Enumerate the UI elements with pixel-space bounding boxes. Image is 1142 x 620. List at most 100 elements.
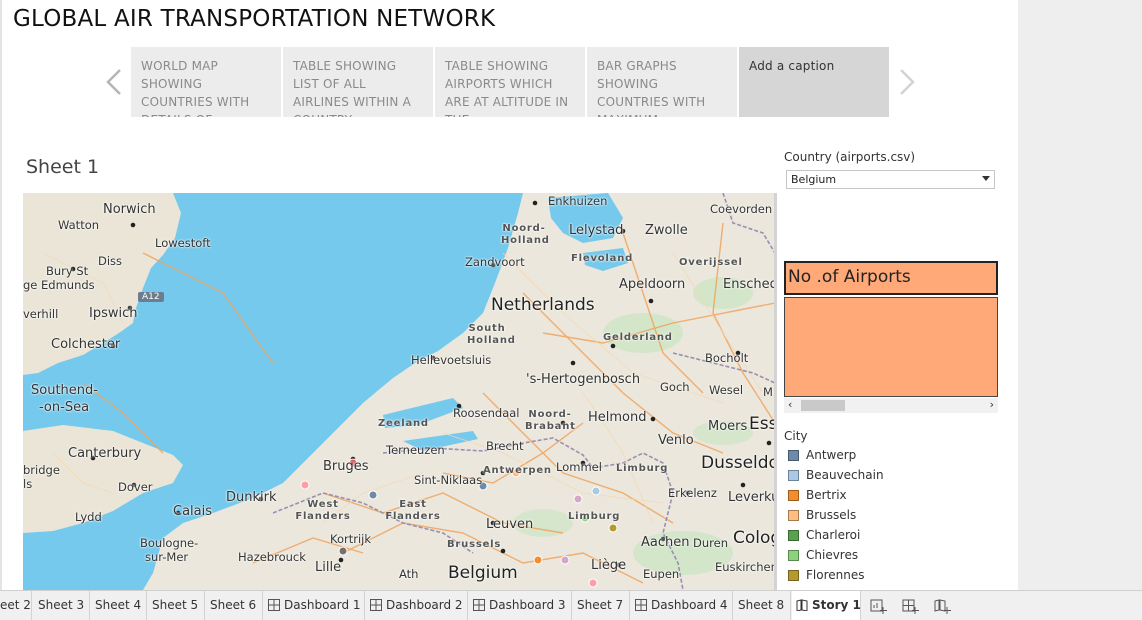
map-label-west-flanders: West Flanders bbox=[295, 499, 351, 522]
map-label-south-holland: South Holland bbox=[467, 323, 516, 346]
legend-label: Brussels bbox=[806, 508, 857, 522]
tab-sheet-8[interactable]: Sheet 8 bbox=[734, 591, 791, 620]
map-label-lydd: Lydd bbox=[75, 510, 102, 524]
story-point-caption-4[interactable]: BAR GRAPHS SHOWING COUNTRIES WITH MAXIMU… bbox=[587, 47, 737, 117]
map-label-kortrijk: Kortrijk bbox=[330, 532, 372, 546]
left-edge bbox=[0, 0, 2, 590]
map-label-moers: Moers bbox=[708, 419, 748, 434]
map-label-venlo: Venlo bbox=[658, 433, 694, 448]
legend-label: Antwerp bbox=[806, 448, 857, 462]
map-label-dunkirk: Dunkirk bbox=[226, 490, 277, 505]
map-label-lelystad: Lelystad bbox=[569, 223, 624, 238]
map-label-colchester: Colchester bbox=[51, 337, 121, 352]
dropdown-arrow-icon bbox=[982, 176, 990, 181]
legend-swatch bbox=[788, 450, 799, 461]
map-scrollbar[interactable] bbox=[774, 193, 777, 590]
tab-sheet-3[interactable]: Sheet 3 bbox=[34, 591, 90, 620]
city-legend-title: City bbox=[784, 429, 808, 443]
tab-label: Story 1 bbox=[812, 598, 861, 612]
story-point-caption-3[interactable]: TABLE SHOWING AIRPORTS WHICH ARE AT ALTI… bbox=[435, 47, 585, 117]
tab-sheet-6[interactable]: Sheet 6 bbox=[206, 591, 263, 620]
map-label-aachen: Aachen bbox=[641, 535, 690, 550]
sheet-title: Sheet 1 bbox=[26, 156, 100, 178]
tab-story-1[interactable]: Story 1 bbox=[792, 591, 861, 620]
legend-swatch bbox=[788, 550, 799, 561]
map-label-brussels: Brussels bbox=[447, 539, 502, 550]
map-label-terneuzen: Terneuzen bbox=[386, 443, 445, 457]
map-label-m: M bbox=[763, 385, 773, 399]
new-dashboard-icon[interactable] bbox=[902, 597, 920, 615]
map-label-dusseldorf: Dusseldor bbox=[701, 453, 775, 473]
map-label-lommel: Lommel bbox=[556, 460, 602, 474]
map-label-euskirchen: Euskirchen bbox=[715, 560, 775, 574]
previous-point-arrow[interactable] bbox=[100, 62, 130, 102]
map-label-coevorden: Coevorden bbox=[710, 202, 773, 216]
tab-label: eet 2 bbox=[0, 598, 31, 612]
map-label-enschede: Ensched bbox=[723, 277, 775, 292]
legend-swatch bbox=[788, 510, 799, 521]
map-label-norwich: Norwich bbox=[103, 202, 156, 217]
map-label-east-flanders: East Flanders bbox=[385, 499, 441, 522]
map-label-bruges: Bruges bbox=[323, 459, 369, 474]
map-label-ls: ls bbox=[23, 477, 33, 491]
map-label-hertogenbosch: 's-Hertogenbosch bbox=[526, 372, 641, 387]
map-label-leverkusen: Leverku bbox=[728, 490, 775, 505]
map-label-liege: Liège bbox=[591, 558, 627, 573]
tab-sheet-5[interactable]: Sheet 5 bbox=[148, 591, 205, 620]
airport-map[interactable]: A12 Norwich Watton Lowestoft Diss Bury S… bbox=[23, 193, 775, 590]
road-a12-badge: A12 bbox=[138, 292, 164, 302]
airport-count-scrollbar[interactable]: ‹ › bbox=[784, 398, 998, 413]
map-label-canterbury: Canterbury bbox=[68, 446, 142, 461]
map-label-cologne: Colog bbox=[733, 528, 775, 548]
tab-label: Dashboard 4 bbox=[651, 598, 728, 612]
legend-label: Beauvechain bbox=[806, 468, 884, 482]
country-filter-value: Belgium bbox=[791, 173, 837, 186]
map-label-zeeland: Zeeland bbox=[378, 418, 429, 429]
scroll-right-icon[interactable]: › bbox=[990, 398, 994, 411]
scroll-left-icon[interactable]: ‹ bbox=[788, 398, 792, 411]
story-point-caption-2[interactable]: TABLE SHOWING LIST OF ALL AIRLINES WITHI… bbox=[283, 47, 433, 117]
legend-swatch bbox=[788, 490, 799, 501]
next-point-arrow[interactable] bbox=[892, 62, 922, 102]
new-story-icon[interactable] bbox=[934, 597, 952, 615]
country-filter-dropdown[interactable]: Belgium bbox=[786, 170, 995, 189]
airport-count-panel bbox=[784, 297, 998, 397]
map-label-helmond: Helmond bbox=[588, 410, 647, 425]
map-label-noord-holland: Noord- Holland bbox=[501, 223, 550, 246]
legend-label: Chievres bbox=[806, 548, 859, 562]
map-label-ipswich: Ipswich bbox=[89, 306, 138, 321]
tab-dashboard-2[interactable]: Dashboard 2 bbox=[366, 591, 468, 620]
legend-label: Bertrix bbox=[806, 488, 847, 502]
map-label-boulogne-2: sur-Mer bbox=[145, 550, 189, 564]
airport-count-title: No .of Airports bbox=[784, 261, 998, 295]
legend-label: Charleroi bbox=[806, 528, 861, 542]
tab-sheet-2[interactable]: eet 2 bbox=[0, 591, 32, 620]
scrollbar-thumb[interactable] bbox=[801, 400, 845, 411]
dashboard-icon bbox=[370, 599, 382, 611]
legend-label: Florennes bbox=[806, 568, 865, 582]
map-label-gelderland: Gelderland bbox=[603, 332, 673, 343]
right-gutter bbox=[1018, 0, 1142, 590]
tab-dashboard-1[interactable]: Dashboard 1 bbox=[264, 591, 365, 620]
tab-sheet-7[interactable]: Sheet 7 bbox=[573, 591, 630, 620]
map-label-antwerpen: Antwerpen bbox=[483, 465, 552, 476]
tab-sheet-4[interactable]: Sheet 4 bbox=[91, 591, 147, 620]
tab-label: Sheet 6 bbox=[210, 598, 257, 612]
tab-label: Sheet 7 bbox=[577, 598, 624, 612]
map-label-watton: Watton bbox=[58, 218, 100, 232]
new-worksheet-icon[interactable] bbox=[870, 597, 888, 615]
story-point-caption-new[interactable]: Add a caption bbox=[739, 47, 889, 117]
map-label-boulogne-1: Boulogne- bbox=[140, 536, 199, 550]
tab-dashboard-3[interactable]: Dashboard 3 bbox=[469, 591, 572, 620]
dashboard-icon bbox=[635, 599, 647, 611]
tab-label: Dashboard 1 bbox=[284, 598, 361, 612]
legend-swatch bbox=[788, 570, 799, 581]
map-label-cambridge: bridge bbox=[23, 463, 60, 477]
map-label-apeldoorn: Apeldoorn bbox=[619, 277, 686, 292]
story-icon bbox=[796, 599, 808, 611]
tab-dashboard-4[interactable]: Dashboard 4 bbox=[631, 591, 733, 620]
map-label-duren: Duren bbox=[693, 536, 728, 550]
country-filter-title: Country (airports.csv) bbox=[784, 150, 916, 164]
map-label-calais: Calais bbox=[173, 504, 213, 519]
story-point-caption-1[interactable]: WORLD MAP SHOWING COUNTRIES WITH DETAILS… bbox=[131, 47, 281, 117]
